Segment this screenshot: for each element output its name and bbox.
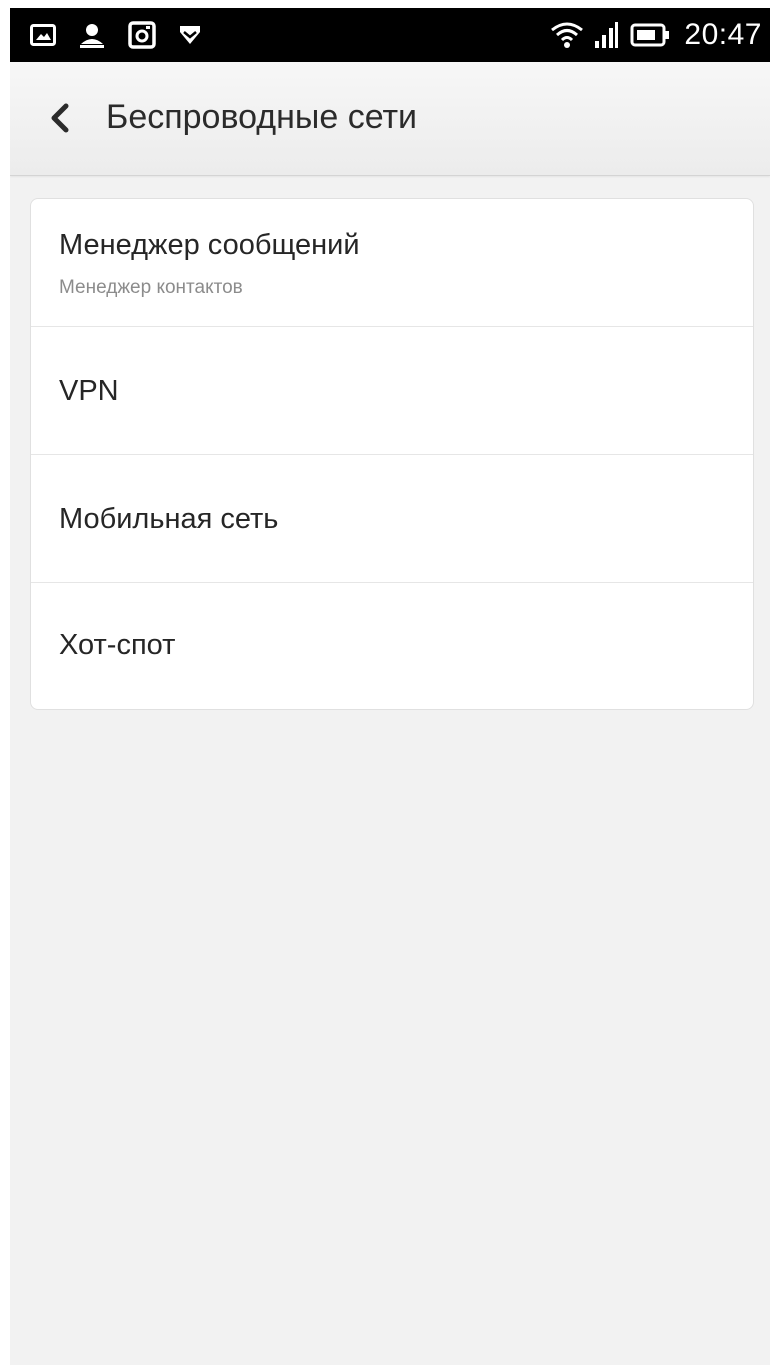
settings-item-label: Мобильная сеть xyxy=(59,503,279,535)
instagram-icon xyxy=(128,21,156,49)
status-clock: 20:47 xyxy=(684,18,762,51)
settings-item-label: Менеджер сообщений xyxy=(59,229,360,261)
status-notification-icons xyxy=(30,8,202,62)
settings-item-message-manager[interactable]: Менеджер сообщений Менеджер контактов xyxy=(31,199,753,327)
status-system-icons: 20:47 xyxy=(550,8,762,62)
settings-item-label: VPN xyxy=(59,375,119,407)
person-icon xyxy=(78,22,106,48)
battery-icon xyxy=(630,22,670,48)
status-bar: 20:47 xyxy=(10,8,770,62)
settings-list: Менеджер сообщений Менеджер контактов VP… xyxy=(30,198,754,710)
chevron-left-icon xyxy=(48,102,72,139)
settings-item-sublabel: Менеджер контактов xyxy=(59,277,243,298)
settings-item-vpn[interactable]: VPN xyxy=(31,327,753,455)
gallery-icon xyxy=(30,24,56,46)
settings-item-hotspot[interactable]: Хот-спот xyxy=(31,583,753,709)
phone-screen: 20:47 Беспроводные сети Менеджер сообщен… xyxy=(10,8,770,1365)
page-title: Беспроводные сети xyxy=(106,98,418,136)
wifi-icon xyxy=(550,21,584,49)
settings-item-mobile-network[interactable]: Мобильная сеть xyxy=(31,455,753,583)
shield-icon xyxy=(178,23,202,47)
signal-icon xyxy=(594,21,620,49)
back-button[interactable] xyxy=(40,100,80,140)
title-bar: Беспроводные сети xyxy=(10,62,770,176)
settings-item-label: Хот-спот xyxy=(59,629,176,661)
